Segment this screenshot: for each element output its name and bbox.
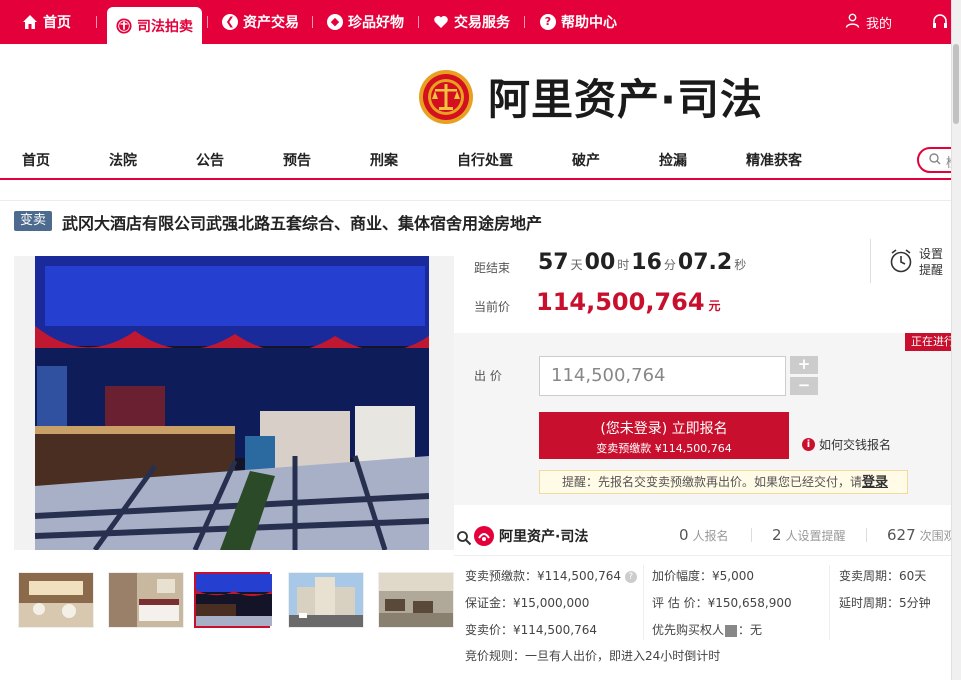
set-reminder-button[interactable]: 设置 提醒 (889, 246, 943, 278)
topnav-trade-service[interactable]: 交易服务 (433, 0, 510, 44)
divider (751, 528, 752, 542)
alarm-clock-icon (889, 248, 913, 277)
zoom-icon[interactable] (435, 530, 472, 546)
nav-divider (418, 16, 419, 28)
nav-divider (207, 16, 208, 28)
court-emblem-icon (116, 17, 132, 34)
current-price-label: 当前价 (474, 300, 511, 314)
appraisal-price: 评 估 价：¥150,658,900 (652, 596, 792, 610)
divider (866, 528, 867, 542)
priority-info-icon[interactable] (725, 624, 738, 637)
divider (829, 565, 830, 640)
headset-icon[interactable] (931, 13, 949, 34)
bid-label: 出 价 (474, 369, 502, 383)
subnav-bargain[interactable]: 捡漏 (659, 150, 687, 170)
home-icon (22, 14, 38, 30)
nav-divider (312, 16, 313, 28)
signup-button[interactable]: (您未登录) 立即报名 变卖预缴款 ¥114,500,764 (539, 412, 789, 459)
subnav-notice[interactable]: 公告 (196, 150, 224, 170)
asset-icon: ❮ (222, 14, 238, 30)
nav-divider (96, 16, 97, 28)
subnav-bankruptcy[interactable]: 破产 (572, 150, 600, 170)
deposit-payment: 变卖预缴款：¥114,500,764 ? (465, 567, 637, 584)
topnav-home[interactable]: 首页 (22, 0, 71, 44)
countdown-label: 距结束 (474, 261, 511, 275)
topnav-help-center[interactable]: ? 帮助中心 (540, 0, 617, 44)
subnav-precise-leads[interactable]: 精准获客 (746, 150, 802, 170)
small-brand-logo: 阿里资产·司法 (474, 526, 588, 546)
divider (870, 239, 871, 283)
sale-type-badge: 变卖 (14, 211, 53, 231)
view-count: 627 次围观 (887, 526, 956, 544)
thumbnail[interactable] (18, 572, 94, 628)
nav-divider (524, 16, 525, 28)
bid-amount-input[interactable]: 114,500,764 (539, 356, 786, 396)
main-photo[interactable] (14, 256, 472, 550)
topnav-treasures[interactable]: ◆ 珍品好物 (327, 0, 404, 44)
topnav-judicial-auction[interactable]: 司法拍卖 (107, 7, 202, 44)
how-to-pay-link[interactable]: i 如何交钱报名 (802, 436, 891, 453)
sale-price: 变卖价：¥114,500,764 (465, 623, 597, 637)
question-icon[interactable]: ? (624, 570, 637, 583)
divider (0, 200, 961, 201)
court-emblem-icon (419, 69, 473, 124)
heart-icon (433, 14, 449, 30)
signup-count: 0 人报名 (679, 526, 729, 544)
hotel-lobby-photo (35, 256, 429, 550)
divider (643, 565, 644, 640)
scrollbar-thumb[interactable] (953, 44, 959, 124)
delay-period: 延时周期：5分钟 (839, 596, 931, 610)
topnav-asset-trade[interactable]: ❮ 资产交易 (222, 0, 299, 44)
thumbnail[interactable] (108, 572, 184, 628)
thumbnail[interactable] (378, 572, 454, 628)
increase-bid-button[interactable]: + (790, 356, 818, 374)
subnav-criminal[interactable]: 刑案 (370, 150, 398, 170)
gem-icon: ◆ (327, 14, 343, 30)
item-title: 武冈大酒店有限公司武强北路五套综合、商业、集体宿舍用途房地产 (62, 214, 543, 233)
current-price: 114,500,764 元 (536, 288, 721, 316)
margin-deposit: 保证金：¥15,000,000 (465, 596, 590, 610)
info-icon: i (802, 438, 815, 451)
subnav-self-disposal[interactable]: 自行处置 (457, 150, 513, 170)
topnav-my-account[interactable]: 我的 (845, 0, 892, 44)
subnav-court[interactable]: 法院 (109, 150, 137, 170)
subnav-home[interactable]: 首页 (22, 150, 50, 170)
bidding-rule: 竞价规则：一旦有人出价，即进入24小时倒计时 (465, 649, 721, 663)
brand-mark-icon (474, 526, 494, 546)
login-link[interactable]: 登录 (862, 475, 888, 490)
search-icon (929, 152, 941, 170)
brand-logo[interactable]: 阿里资产·司法 (418, 66, 763, 127)
brand-title: 阿里资产·司法 (488, 75, 763, 124)
thumbnail[interactable] (288, 572, 364, 628)
login-tip: 提醒：先报名交变卖预缴款再出价。如果您已经交付，请登录 (539, 470, 908, 494)
subnav-preview[interactable]: 预告 (283, 150, 311, 170)
countdown-timer: 57 天00 时16 分07.2 秒 (538, 250, 747, 275)
help-icon: ? (540, 14, 556, 30)
thumbnail-active[interactable] (194, 572, 272, 628)
decrease-bid-button[interactable]: − (790, 377, 818, 395)
user-icon (845, 13, 860, 32)
bid-increment: 加价幅度：¥5,000 (652, 569, 754, 583)
reminder-count: 2 人设置提醒 (772, 526, 846, 544)
priority-buyer: 优先购买权人 ：无 (652, 623, 763, 637)
sale-period: 变卖周期：60天 (839, 569, 927, 583)
